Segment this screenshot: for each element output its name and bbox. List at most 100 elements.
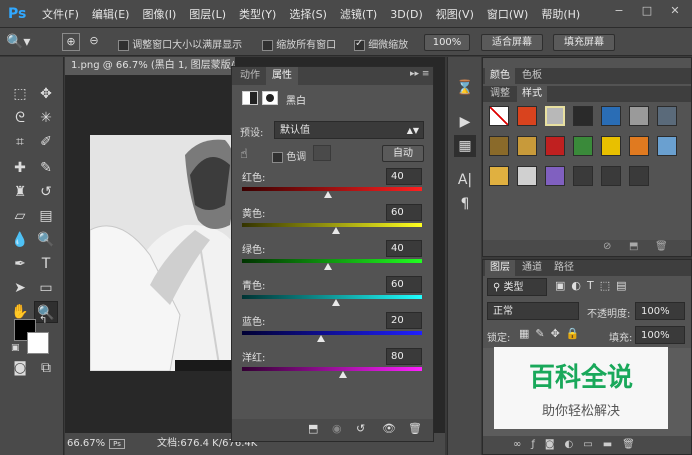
close-button[interactable]: ✕ <box>664 3 686 19</box>
character-icon[interactable]: A| <box>454 169 476 191</box>
tab-layers[interactable]: 图层 <box>485 260 515 276</box>
slider-thumb[interactable] <box>317 335 326 342</box>
properties-panel-icon[interactable]: ▦ <box>454 135 476 157</box>
maximize-button[interactable]: □ <box>636 3 658 19</box>
style-swatch[interactable] <box>545 106 565 126</box>
delete-style-icon[interactable]: 🗑 <box>655 241 668 252</box>
tint-checkbox[interactable] <box>272 151 283 163</box>
slider-thumb[interactable] <box>331 299 340 306</box>
history-brush-icon[interactable]: ↺ <box>34 181 58 203</box>
menu-help[interactable]: 帮助(H) <box>541 6 580 22</box>
layers-footer-icons[interactable]: ∞ƒ◙◐▭▬🗑 <box>483 436 691 454</box>
visibility-eye-icon[interactable]: 👁 <box>382 422 396 435</box>
delete-icon[interactable]: 🗑 <box>408 422 422 435</box>
clip-to-layer-icon[interactable]: ⬒ <box>308 422 318 435</box>
actions-play-icon[interactable]: ▶ <box>454 111 476 133</box>
slider-value-field[interactable]: 40 <box>386 168 422 185</box>
menu-type[interactable]: 类型(Y) <box>239 6 276 22</box>
menu-layer[interactable]: 图层(L) <box>189 6 226 22</box>
status-zoom[interactable]: 66.67% <box>67 433 105 455</box>
slider-track[interactable] <box>242 367 422 371</box>
tab-adjustments[interactable]: 调整 <box>485 86 515 102</box>
slider-value-field[interactable]: 80 <box>386 348 422 365</box>
tab-color[interactable]: 颜色 <box>485 68 515 84</box>
zoom-out-icon[interactable]: ⊖ <box>85 33 103 51</box>
actual-pixels-button[interactable]: 100% <box>424 34 470 51</box>
background-color-swatch[interactable] <box>27 332 49 354</box>
menu-view[interactable]: 视图(V) <box>436 6 474 22</box>
type-tool-icon[interactable]: T <box>34 253 58 275</box>
tint-option[interactable]: 色调 <box>272 148 306 163</box>
tint-color-swatch[interactable] <box>313 145 331 161</box>
slider-thumb[interactable] <box>324 191 333 198</box>
tab-actions[interactable]: 动作 <box>234 67 266 85</box>
magic-wand-icon[interactable]: ✳ <box>34 107 58 129</box>
marquee-tool-icon[interactable]: ⬚ <box>8 83 32 105</box>
menu-filter[interactable]: 滤镜(T) <box>340 6 377 22</box>
clear-style-icon[interactable]: ⊘ <box>603 241 611 252</box>
slider-value-field[interactable]: 60 <box>386 276 422 293</box>
layer-filter-dropdown[interactable]: ⚲ 类型 <box>487 278 547 296</box>
shape-tool-icon[interactable]: ▭ <box>34 277 58 299</box>
style-swatch[interactable] <box>517 106 537 126</box>
targeted-adjustment-icon[interactable]: ☝ <box>240 147 248 162</box>
lock-icons[interactable]: ▦✎✥🔒 <box>519 327 586 340</box>
style-swatch[interactable] <box>489 106 509 126</box>
style-swatch[interactable] <box>489 166 509 186</box>
style-swatch[interactable] <box>601 106 621 126</box>
style-swatch[interactable] <box>573 166 593 186</box>
blur-tool-icon[interactable]: 💧 <box>8 229 32 251</box>
tab-properties[interactable]: 属性 <box>266 67 298 85</box>
canvas-image[interactable] <box>90 135 235 371</box>
style-swatch[interactable] <box>601 136 621 156</box>
style-swatch[interactable] <box>573 136 593 156</box>
gradient-tool-icon[interactable]: ▤ <box>34 205 58 227</box>
style-swatch[interactable] <box>573 106 593 126</box>
eraser-tool-icon[interactable]: ▱ <box>8 205 32 227</box>
preset-dropdown[interactable]: 默认值 ▲▼ <box>274 121 424 139</box>
default-colors-icon[interactable]: ▣ <box>11 343 20 353</box>
pen-tool-icon[interactable]: ✒ <box>8 253 32 275</box>
slider-value-field[interactable]: 40 <box>386 240 422 257</box>
panel-menu-icon[interactable]: ▸▸ ≡ <box>410 69 429 79</box>
mask-icon[interactable] <box>262 91 278 105</box>
tab-styles[interactable]: 样式 <box>517 86 547 102</box>
style-swatch[interactable] <box>545 166 565 186</box>
zoom-in-icon[interactable]: ⊕ <box>62 33 80 51</box>
new-style-icon[interactable]: ⬒ <box>629 241 638 252</box>
path-select-icon[interactable]: ➤ <box>8 277 32 299</box>
reset-icon[interactable]: ↺ <box>356 422 365 435</box>
resize-windows-option[interactable]: 调整窗口大小以满屏显示 <box>118 36 242 51</box>
auto-button[interactable]: 自动 <box>382 145 424 162</box>
history-icon[interactable]: ⌛ <box>454 77 476 99</box>
menu-edit[interactable]: 编辑(E) <box>92 6 130 22</box>
scrubby-zoom-option[interactable]: 细微缩放 <box>354 36 408 51</box>
move-tool-icon[interactable]: ✥ <box>34 83 58 105</box>
tab-channels[interactable]: 通道 <box>517 260 547 276</box>
slider-value-field[interactable]: 60 <box>386 204 422 221</box>
view-previous-icon[interactable]: ◉ <box>332 422 342 435</box>
resize-windows-checkbox[interactable] <box>118 39 129 51</box>
style-swatch[interactable] <box>657 106 677 126</box>
tab-paths[interactable]: 路径 <box>549 260 579 276</box>
slider-thumb[interactable] <box>338 371 347 378</box>
fill-field[interactable]: 100% <box>635 326 685 344</box>
menu-image[interactable]: 图像(I) <box>142 6 176 22</box>
zoom-all-option[interactable]: 缩放所有窗口 <box>262 36 336 51</box>
brush-tool-icon[interactable]: ✎ <box>34 157 58 179</box>
menu-file[interactable]: 文件(F) <box>42 6 79 22</box>
zoom-all-checkbox[interactable] <box>262 39 273 51</box>
dodge-tool-icon[interactable]: 🔍 <box>34 229 58 251</box>
zoom-tool-icon[interactable]: 🔍▾ <box>6 34 30 50</box>
style-swatch[interactable] <box>517 136 537 156</box>
slider-value-field[interactable]: 20 <box>386 312 422 329</box>
slider-track[interactable] <box>242 331 422 335</box>
blend-mode-dropdown[interactable]: 正常 <box>487 302 579 320</box>
screen-mode-icon[interactable]: ⧉ <box>34 357 58 379</box>
style-swatch[interactable] <box>489 136 509 156</box>
swap-colors-icon[interactable]: ↰ <box>39 315 47 326</box>
layer-filter-icons[interactable]: ▣◐T⬚▤ <box>555 279 633 292</box>
healing-brush-icon[interactable]: ✚ <box>8 157 32 179</box>
opacity-field[interactable]: 100% <box>635 302 685 320</box>
menu-window[interactable]: 窗口(W) <box>487 6 528 22</box>
